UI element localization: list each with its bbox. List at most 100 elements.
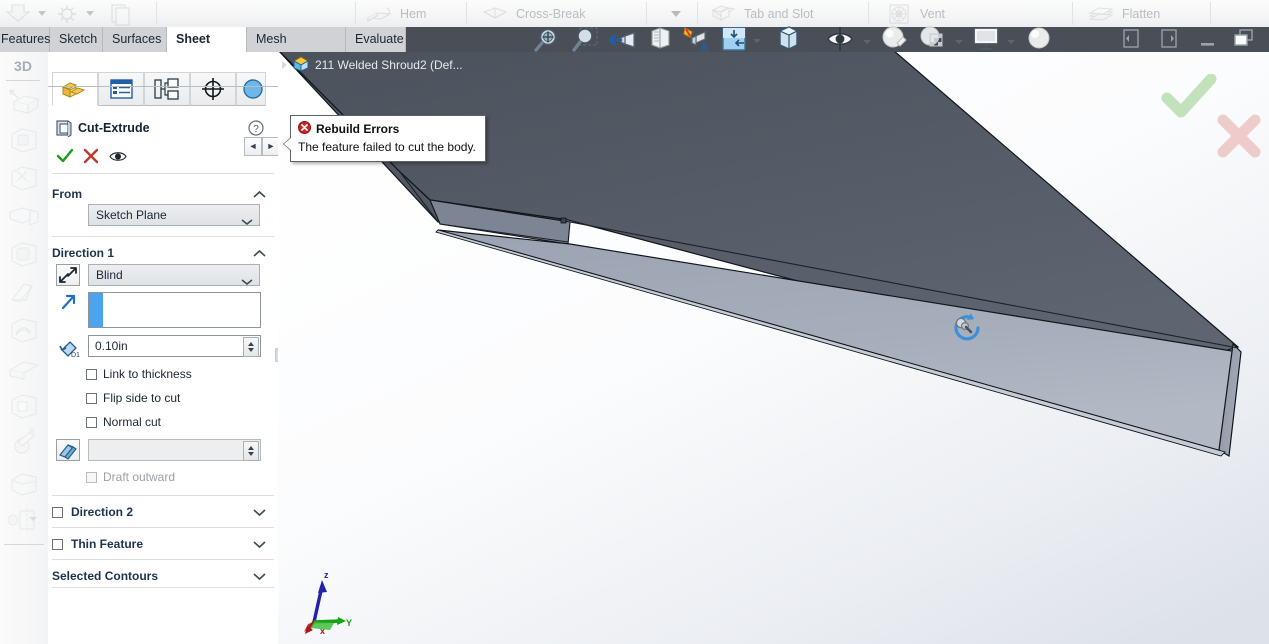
checkbox-row-draft-outward: Draft outward	[86, 470, 175, 484]
depth-stepper[interactable]	[243, 337, 259, 357]
part-icon	[292, 55, 310, 76]
link-to-thickness-checkbox[interactable]	[86, 368, 97, 380]
expand-tree-icon[interactable]	[282, 61, 287, 69]
closed-corner-icon[interactable]	[4, 386, 44, 426]
section-header-from[interactable]: From	[52, 182, 274, 206]
convert-to-sheet-metal-icon[interactable]	[4, 120, 44, 160]
lofted-bend-icon[interactable]	[4, 158, 44, 198]
draft-angle-input[interactable]	[88, 439, 261, 461]
ribbon-divider	[355, 2, 356, 25]
gear-icon	[52, 2, 82, 26]
tab-features[interactable]: Features	[0, 27, 50, 52]
rotate-cursor-icon	[950, 310, 984, 347]
section-header-direction2[interactable]: Direction 2	[52, 500, 274, 524]
jog-icon[interactable]	[4, 310, 44, 350]
confirm-check-icon[interactable]	[1161, 73, 1217, 123]
chevron-down-icon[interactable]	[38, 11, 46, 16]
ribbon-command-hem[interactable]: Hem	[364, 0, 426, 27]
svg-text:Y: Y	[346, 618, 352, 628]
direction-vector-icon	[58, 293, 78, 314]
sheet-icon	[106, 2, 136, 26]
flip-side-to-cut-label: Flip side to cut	[103, 391, 181, 405]
rebuild-errors-tooltip: Rebuild Errors The feature failed to cut…	[284, 115, 486, 162]
pm-tabbar-underline	[48, 86, 278, 87]
ribbon-command-sheet-metal-gauges[interactable]	[52, 0, 94, 27]
sketched-bend-icon[interactable]	[4, 348, 44, 388]
draft-angle-stepper[interactable]	[243, 441, 259, 461]
chevron-down-icon[interactable]	[28, 512, 37, 521]
section-label-selected-contours: Selected Contours	[52, 569, 159, 583]
ribbon-label-flatten: Flatten	[1122, 6, 1161, 21]
pm-tab-scroll-prev[interactable]: ◄	[244, 137, 262, 156]
checkbox-row-normal-cut[interactable]: Normal cut	[86, 415, 161, 429]
divider	[52, 495, 274, 496]
section-label-from: From	[52, 187, 82, 201]
coordinate-triad: z Y x	[300, 564, 360, 636]
section-label-thin-feature: Thin Feature	[71, 537, 144, 551]
preview-eye-icon[interactable]	[109, 150, 127, 166]
chevron-down-icon[interactable]	[253, 538, 266, 552]
dimxpert-manager-tab[interactable]	[190, 72, 236, 106]
base-flange-icon[interactable]	[4, 82, 44, 122]
cancel-button[interactable]	[82, 147, 100, 168]
divider	[52, 559, 274, 560]
command-manager-tab-strip: Features Sketch Surfaces Sheet Metal Mes…	[0, 26, 1269, 71]
confirm-cancel-icon[interactable]	[1213, 110, 1265, 165]
ribbon-command-flatten[interactable]: Flatten	[1086, 0, 1160, 27]
normal-cut-checkbox[interactable]	[86, 416, 97, 428]
depth-input[interactable]: 0.10in	[88, 335, 261, 357]
edge-flange-icon[interactable]	[4, 196, 44, 236]
draft-on-off-button[interactable]	[56, 439, 80, 461]
vent-icon	[884, 2, 914, 26]
start-condition-select[interactable]: Sketch Plane	[88, 204, 260, 226]
tooltip-title: Rebuild Errors	[316, 122, 400, 136]
ribbon-divider	[697, 2, 698, 25]
ribbon-command-sheet[interactable]	[106, 0, 136, 27]
property-manager-tab[interactable]	[98, 72, 144, 106]
direction2-checkbox[interactable]	[52, 506, 63, 518]
chevron-down-icon[interactable]	[253, 570, 266, 584]
chevron-down-icon[interactable]	[253, 506, 266, 520]
chevron-down-icon[interactable]	[86, 11, 94, 16]
graphics-area[interactable]: 211 Welded Shroud2 (Def... Rebuild Error…	[278, 52, 1269, 644]
miter-flange-icon[interactable]	[4, 234, 44, 274]
display-manager-tab[interactable]	[236, 72, 266, 106]
viewport-dropdown-icon[interactable]	[1006, 35, 1016, 49]
chevron-down-icon[interactable]	[671, 10, 681, 17]
tab-sketch[interactable]: Sketch	[50, 27, 103, 52]
forming-tool-icon[interactable]	[4, 462, 44, 502]
checkbox-row-flip-side-to-cut[interactable]: Flip side to cut	[86, 391, 180, 405]
section-header-selected-contours[interactable]: Selected Contours	[52, 564, 274, 588]
tab-mesh-modeling[interactable]: Mesh Modeling	[247, 27, 346, 71]
selection-color-swatch	[89, 293, 103, 327]
unfold-icon[interactable]	[4, 500, 44, 540]
divider	[52, 587, 274, 588]
reverse-direction-button[interactable]	[56, 264, 80, 286]
tab-surfaces[interactable]: Surfaces	[103, 27, 167, 52]
welded-corner-icon[interactable]	[4, 424, 44, 464]
ribbon-command-insert-bends[interactable]	[4, 0, 46, 27]
tab-and-slot-icon	[708, 2, 738, 26]
feature-manager-tab[interactable]	[52, 72, 98, 106]
section-header-direction1[interactable]: Direction 1	[52, 241, 274, 265]
apply-scene-dropdown-icon[interactable]	[954, 35, 964, 49]
document-title-bar[interactable]: 211 Welded Shroud2 (Def...	[282, 55, 463, 76]
accept-button[interactable]	[56, 147, 74, 168]
chevron-down-icon	[241, 272, 253, 292]
display-style-dropdown-icon[interactable]	[752, 34, 762, 48]
chevron-up-icon[interactable]	[253, 247, 266, 261]
chevron-up-icon[interactable]	[253, 188, 266, 202]
hem-icon[interactable]	[4, 272, 44, 312]
thin-feature-checkbox[interactable]	[52, 538, 63, 550]
help-icon[interactable]: ?	[248, 120, 264, 139]
flip-side-to-cut-checkbox[interactable]	[86, 392, 97, 404]
hide-show-dropdown-icon[interactable]	[862, 35, 872, 49]
end-condition-select[interactable]: Blind	[88, 264, 260, 286]
section-header-thin-feature[interactable]: Thin Feature	[52, 532, 274, 556]
configuration-manager-tab[interactable]	[144, 72, 190, 106]
tab-evaluate[interactable]: Evaluate	[346, 27, 406, 52]
tab-sheet-metal[interactable]: Sheet Metal	[167, 27, 247, 71]
normal-cut-label: Normal cut	[103, 415, 162, 429]
checkbox-row-link-to-thickness[interactable]: Link to thickness	[86, 367, 192, 381]
direction-reference-field[interactable]	[88, 292, 261, 328]
